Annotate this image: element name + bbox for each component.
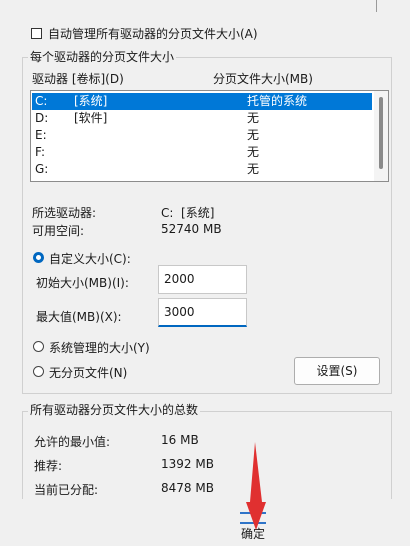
window-top-edge [0, 0, 410, 18]
drive-label: [软件] [74, 111, 108, 125]
drive-size: 无 [247, 162, 260, 176]
custom-size-label[interactable]: 自定义大小(C): [49, 250, 131, 267]
annotation-arrow-icon [246, 442, 266, 530]
drive-letter: D: [35, 111, 49, 125]
drive-letter: G: [35, 162, 49, 176]
auto-manage-label[interactable]: 自动管理所有驱动器的分页文件大小(A) [48, 26, 258, 42]
recommended-value: 1392 MB [161, 457, 214, 471]
drive-letter: F: [35, 145, 46, 159]
free-space-label: 可用空间: [32, 224, 85, 238]
max-size-label: 最大值(MB)(X): [36, 310, 122, 324]
drive-letter: E: [35, 128, 47, 142]
list-item[interactable]: F: 无 [32, 144, 372, 161]
per-drive-group-title: 每个驱动器的分页文件大小 [28, 49, 177, 65]
selected-drive-value: C: [系统] [161, 206, 215, 220]
system-managed-radio[interactable] [33, 341, 44, 352]
column-header-size: 分页文件大小(MB) [213, 72, 313, 86]
totals-group-title: 所有驱动器分页文件大小的总数 [28, 402, 201, 418]
initial-size-input[interactable]: 2000 [158, 265, 247, 294]
list-item[interactable]: E: 无 [32, 127, 372, 144]
selected-drive-label: 所选驱动器: [32, 206, 97, 220]
drive-list-scrollbar[interactable] [374, 91, 388, 181]
column-header-drive: 驱动器 [卷标](D) [32, 72, 124, 86]
drive-letter: C: [35, 94, 48, 108]
no-paging-radio[interactable] [33, 366, 44, 377]
recommended-label: 推荐: [34, 459, 63, 473]
drive-size: 无 [247, 145, 260, 159]
free-space-value: 52740 MB [161, 222, 222, 236]
set-button[interactable]: 设置(S) [294, 357, 380, 385]
list-item[interactable]: D: [软件] 无 [32, 110, 372, 127]
allocated-label: 当前已分配: [34, 483, 99, 497]
no-paging-label[interactable]: 无分页文件(N) [49, 364, 127, 381]
drive-size: 托管的系统 [247, 94, 308, 108]
drive-size: 无 [247, 111, 260, 125]
auto-manage-checkbox[interactable] [31, 28, 42, 39]
scrollbar-thumb[interactable] [379, 97, 383, 169]
initial-size-label: 初始大小(MB)(I): [36, 276, 129, 290]
dialog-footer [0, 499, 410, 546]
drive-list[interactable]: C: [系统] 托管的系统 D: [软件] 无 E: 无 F: 无 G: 无 [30, 90, 389, 182]
list-item[interactable]: G: 无 [32, 161, 372, 178]
min-allowed-label: 允许的最小值: [34, 435, 111, 449]
custom-size-radio[interactable] [33, 252, 44, 263]
list-item[interactable]: C: [系统] 托管的系统 [32, 93, 372, 110]
system-managed-label[interactable]: 系统管理的大小(Y) [49, 339, 150, 356]
max-size-input[interactable]: 3000 [158, 298, 247, 327]
drive-size: 无 [247, 128, 260, 142]
min-allowed-value: 16 MB [161, 433, 199, 447]
drive-label: [系统] [74, 94, 108, 108]
allocated-value: 8478 MB [161, 481, 214, 495]
